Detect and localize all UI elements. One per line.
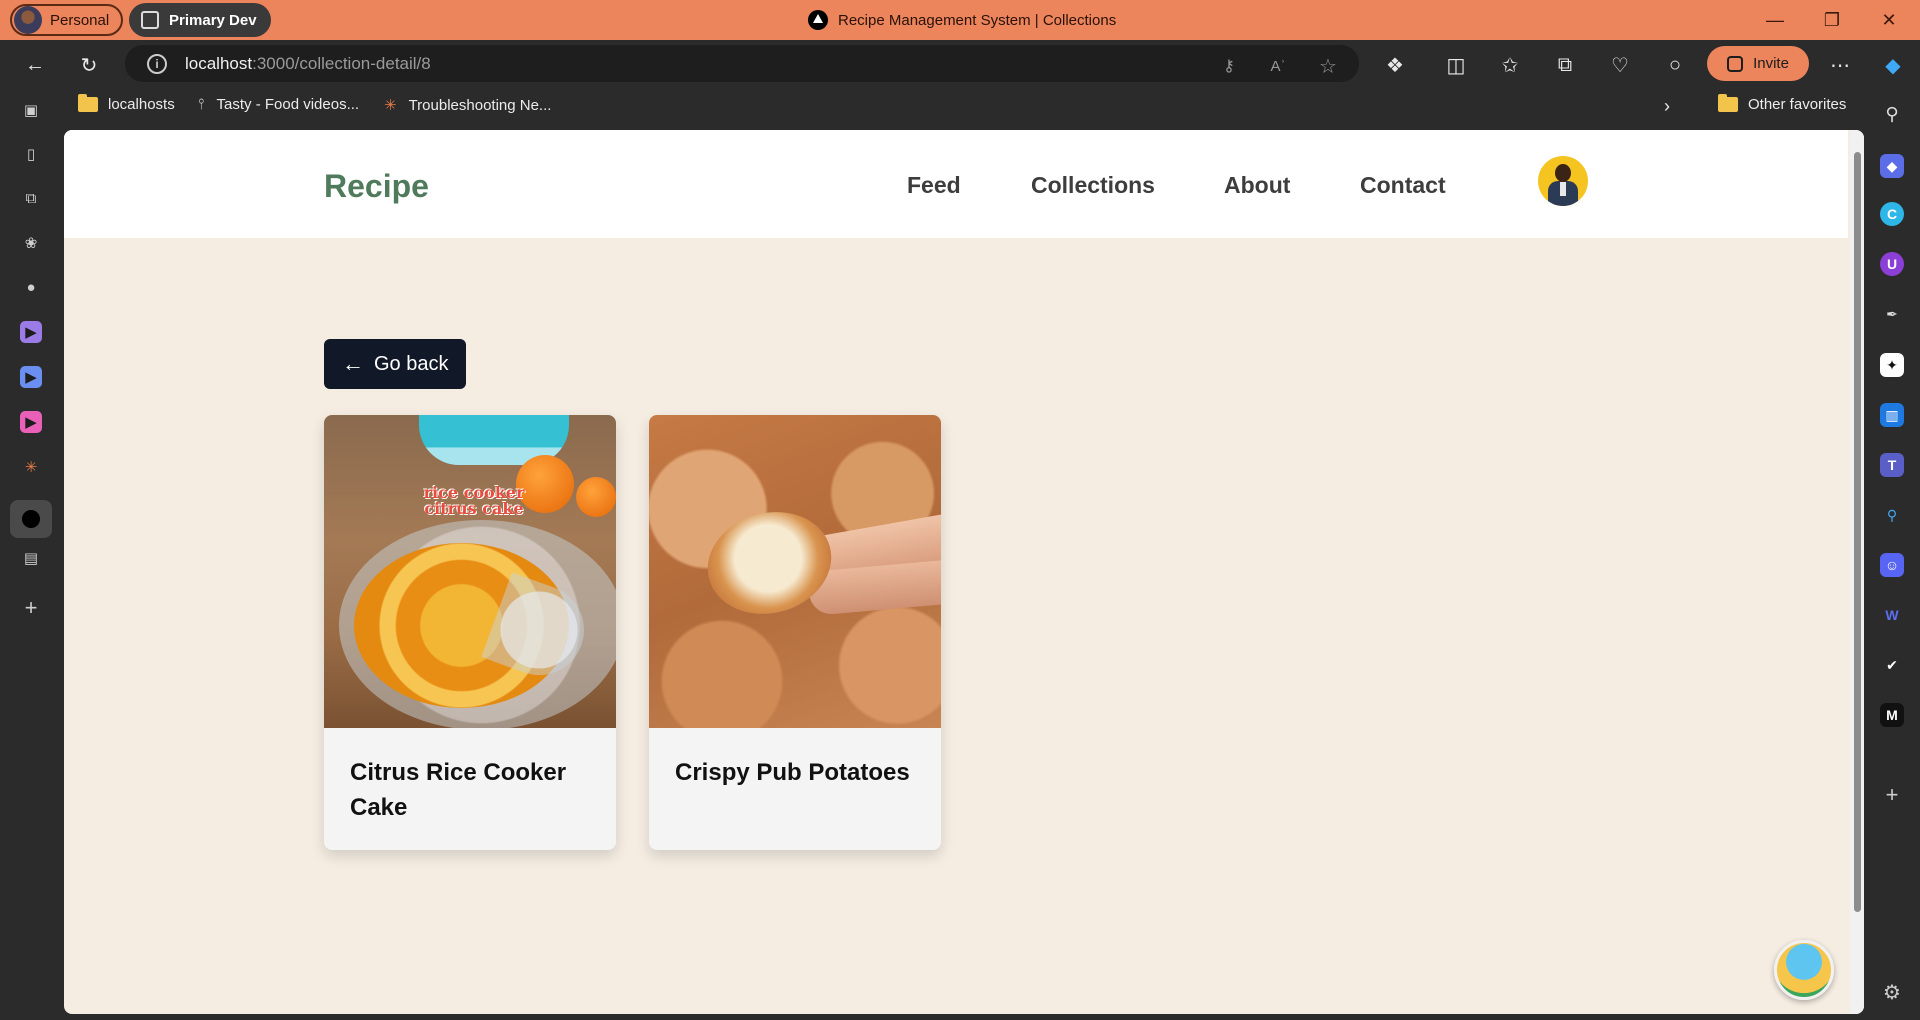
other-favorites-label: Other favorites [1748,96,1847,113]
scrollbar-thumb[interactable] [1854,152,1861,912]
tab-window-icon[interactable]: ▤ [20,547,42,569]
tab-burst-icon[interactable]: ✳ [20,456,42,478]
workspace-button[interactable]: Primary Dev [129,3,271,37]
favorite-label: localhosts [108,96,175,113]
go-back-button[interactable]: ← Go back [324,339,466,389]
site-favicon-icon [22,510,40,528]
site-header: Recipe Feed Collections About Contact [64,130,1848,238]
favorite-troubleshooting[interactable]: ✳ Troubleshooting Ne... [384,96,552,115]
tab-github-icon[interactable]: ● [20,276,42,298]
floating-beach-badge[interactable] [1774,940,1834,1000]
profile-label: Personal [50,11,110,29]
nav-feed[interactable]: Feed [907,172,961,199]
trello-icon[interactable]: ▥ [1880,403,1904,427]
back-icon[interactable]: ← [20,50,50,80]
url-host: localhost [185,53,253,73]
tab-video-icon[interactable]: ▶ [20,321,42,343]
extensions-icon[interactable]: ❖ [1380,50,1410,80]
browser-title-bar: Personal Primary Dev Recipe Management S… [0,0,1920,40]
sidebar-u-icon[interactable]: U [1880,252,1904,276]
site-info-icon[interactable]: i [147,53,167,74]
split-screen-icon[interactable]: ◫ [1441,50,1471,80]
page-viewport: Recipe Feed Collections About Contact ← … [64,130,1864,1014]
favorite-localhosts[interactable]: localhosts [78,94,175,113]
canva-icon[interactable]: C [1880,202,1904,226]
orange-shape [576,477,616,517]
profile-button[interactable]: Personal [10,4,124,36]
nav-collections[interactable]: Collections [1031,172,1155,199]
avatar-shirt [1560,182,1566,196]
window-title-text: Recipe Management System | Collections [838,11,1117,29]
close-window-button[interactable]: ✕ [1861,0,1917,40]
add-sidebar-app-icon[interactable]: + [1880,782,1904,807]
other-favorites[interactable]: Other favorites [1718,94,1847,113]
discord-icon[interactable]: ☺ [1880,553,1904,577]
workspaces-icon [141,11,159,29]
invite-label: Invite [1753,55,1789,72]
copilot-icon[interactable]: ◆ [1878,50,1908,80]
go-back-label: Go back [374,352,449,375]
window-title: Recipe Management System | Collections [808,10,1116,30]
bing-search-icon[interactable]: ⚲ [1880,503,1904,527]
sidebar-check-icon[interactable]: ✔ [1880,653,1904,677]
collections-icon[interactable]: ⧉ [1550,50,1580,80]
teams-icon[interactable]: T [1880,453,1904,477]
tab-video-icon[interactable]: ▶ [20,411,42,433]
minimize-button[interactable]: — [1747,0,1803,40]
site-brand[interactable]: Recipe [324,168,429,205]
tab-actions-icon[interactable]: ▣ [20,99,42,121]
refresh-icon[interactable]: ↻ [74,50,104,80]
tab-stack-icon[interactable]: ⧉ [20,187,42,209]
settings-gear-icon[interactable]: ⚙ [1880,980,1904,1004]
favorite-label: Troubleshooting Ne... [408,96,552,114]
feedback-icon[interactable]: ○ [1660,50,1690,80]
burst-icon: ✳ [384,97,397,114]
nav-about[interactable]: About [1224,172,1290,199]
image-caption: rice cooker citrus cake [423,483,525,518]
site-favicon-icon [808,10,828,30]
search-icon[interactable]: ⚲ [1880,102,1904,126]
favorite-label: Tasty - Food videos... [216,96,360,113]
favorites-icon[interactable]: ✩ [1495,50,1525,80]
feather-icon[interactable]: ✒ [1880,302,1904,326]
more-menu-icon[interactable]: ⋯ [1825,50,1855,80]
sidebar-w-icon[interactable]: W [1880,603,1904,627]
address-url: localhost:3000/collection-detail/8 [185,54,431,74]
sparkle-icon[interactable]: ✦ [1880,353,1904,377]
browser-essentials-icon[interactable]: ♡ [1605,50,1635,80]
profile-avatar [14,6,42,34]
tab-page-icon[interactable]: ▯ [20,143,42,165]
new-tab-plus-icon[interactable]: + [20,595,42,620]
avatar-head [1555,164,1571,182]
favorite-star-icon[interactable]: ☆ [1313,51,1343,81]
restore-button[interactable]: ❐ [1804,0,1860,40]
folder-icon [1718,94,1738,112]
favorite-tasty[interactable]: ⫯ Tasty - Food videos... [198,96,359,113]
tab-video-icon[interactable]: ▶ [20,366,42,388]
recipe-card[interactable]: rice cooker citrus cake Citrus Rice Cook… [324,415,616,850]
nav-contact[interactable]: Contact [1360,172,1446,199]
folder-icon [78,94,98,112]
recipe-title: Citrus Rice Cooker Cake [350,759,567,821]
favorites-overflow-chevron-icon[interactable]: › [1664,96,1670,117]
tab-active-recipe[interactable] [10,500,52,538]
invite-button[interactable]: Invite [1707,46,1809,81]
tab-openai-icon[interactable]: ❀ [20,232,42,254]
read-aloud-icon[interactable]: Aʾ [1263,51,1293,81]
sidebar-m-icon[interactable]: M [1880,703,1904,727]
address-bar[interactable]: i localhost:3000/collection-detail/8 [125,45,1359,82]
arrow-left-icon: ← [342,351,364,376]
user-avatar[interactable] [1538,156,1588,206]
sidebar-app-icon[interactable]: ◆ [1880,154,1904,178]
fork-icon: ⫯ [198,96,205,113]
password-key-icon[interactable]: ⚷ [1214,51,1244,81]
invite-icon [1727,55,1744,72]
url-path: :3000/collection-detail/8 [252,53,431,73]
recipe-card[interactable]: Crispy Pub Potatoes [649,415,941,850]
recipe-image [649,415,941,728]
recipe-image: rice cooker citrus cake [324,415,616,728]
recipe-title: Crispy Pub Potatoes [675,759,910,786]
workspace-label: Primary Dev [169,11,257,29]
